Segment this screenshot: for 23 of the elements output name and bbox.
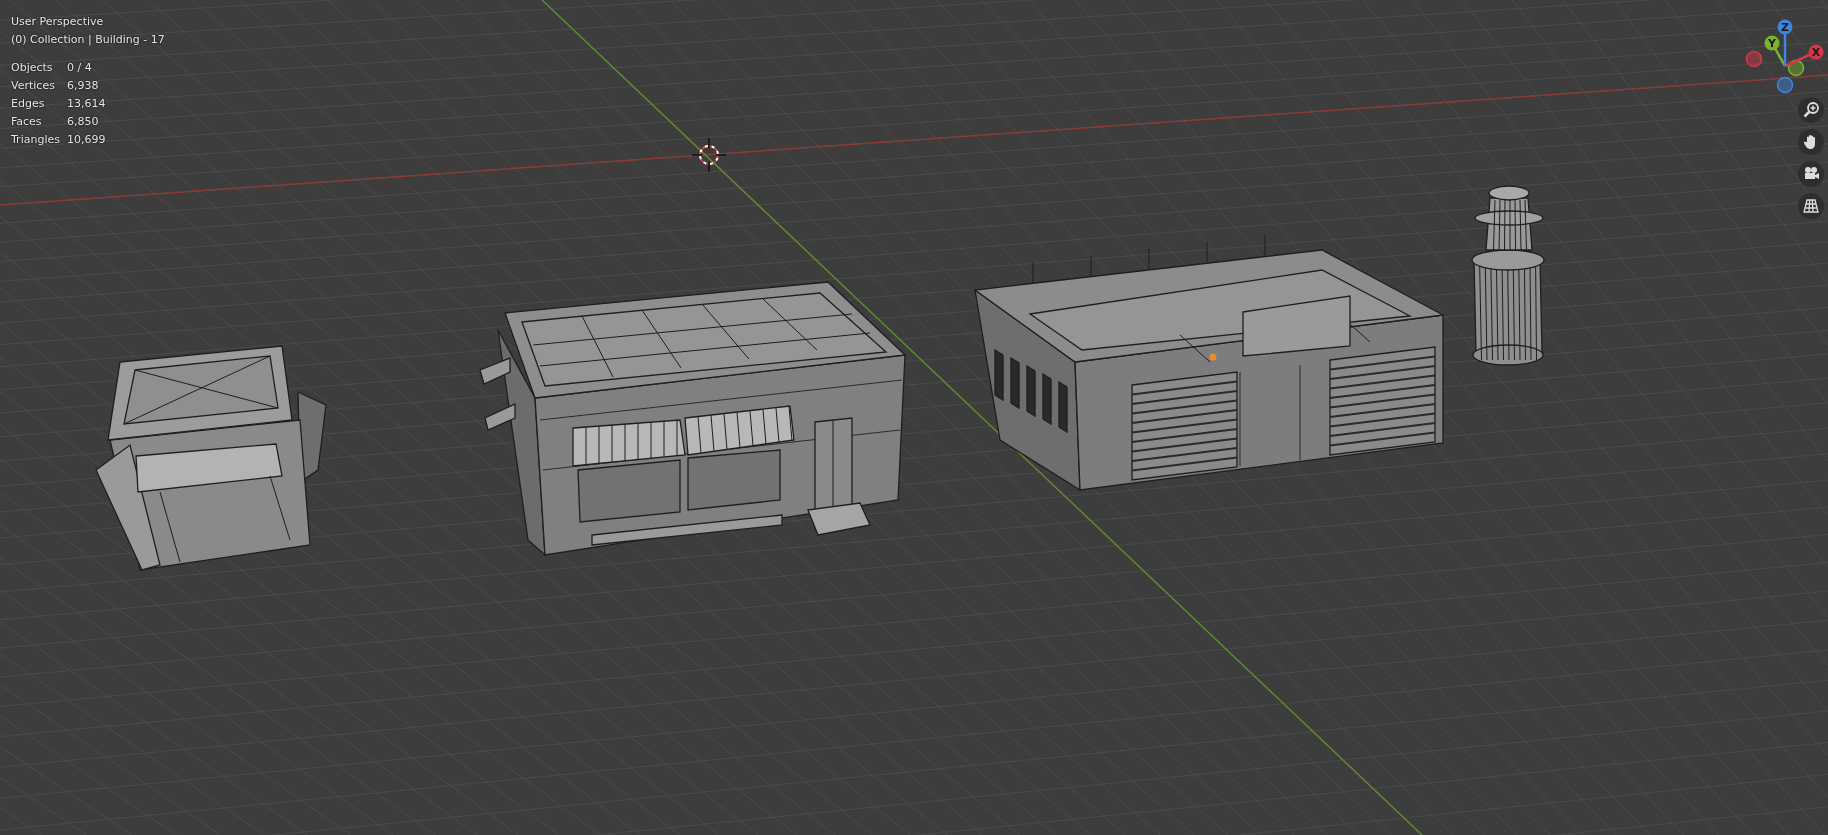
stat-label: Objects — [11, 60, 54, 76]
negative-axis-handle[interactable] — [1787, 59, 1805, 77]
stat-value: 6,938 — [67, 78, 100, 94]
cursor-icon[interactable] — [691, 137, 727, 173]
context-text: (0) Collection | Building - 17 — [11, 32, 165, 48]
stat-value: 13,614 — [67, 96, 107, 112]
kiosk-drawing[interactable] — [95, 345, 327, 571]
axis-handle[interactable]: Z — [1777, 19, 1793, 35]
stat-label: Faces — [11, 114, 43, 130]
warehouse-drawing[interactable] — [973, 234, 1446, 492]
stat-label: Vertices — [11, 78, 56, 94]
negative-axis-handle[interactable] — [1776, 76, 1794, 94]
tower-drawing[interactable] — [1471, 185, 1545, 366]
stat-value: 0 / 4 — [67, 60, 93, 76]
stat-label: Triangles — [11, 132, 61, 148]
shop-drawing[interactable] — [479, 281, 907, 557]
stat-value: 10,699 — [67, 132, 107, 148]
view-title: User Perspective — [11, 14, 105, 30]
axis-handle[interactable]: X — [1808, 44, 1824, 60]
axis-handle[interactable]: Y — [1764, 35, 1780, 51]
negative-axis-handle[interactable] — [1745, 50, 1763, 68]
stat-value: 6,850 — [67, 114, 100, 130]
stat-label: Edges — [11, 96, 46, 112]
